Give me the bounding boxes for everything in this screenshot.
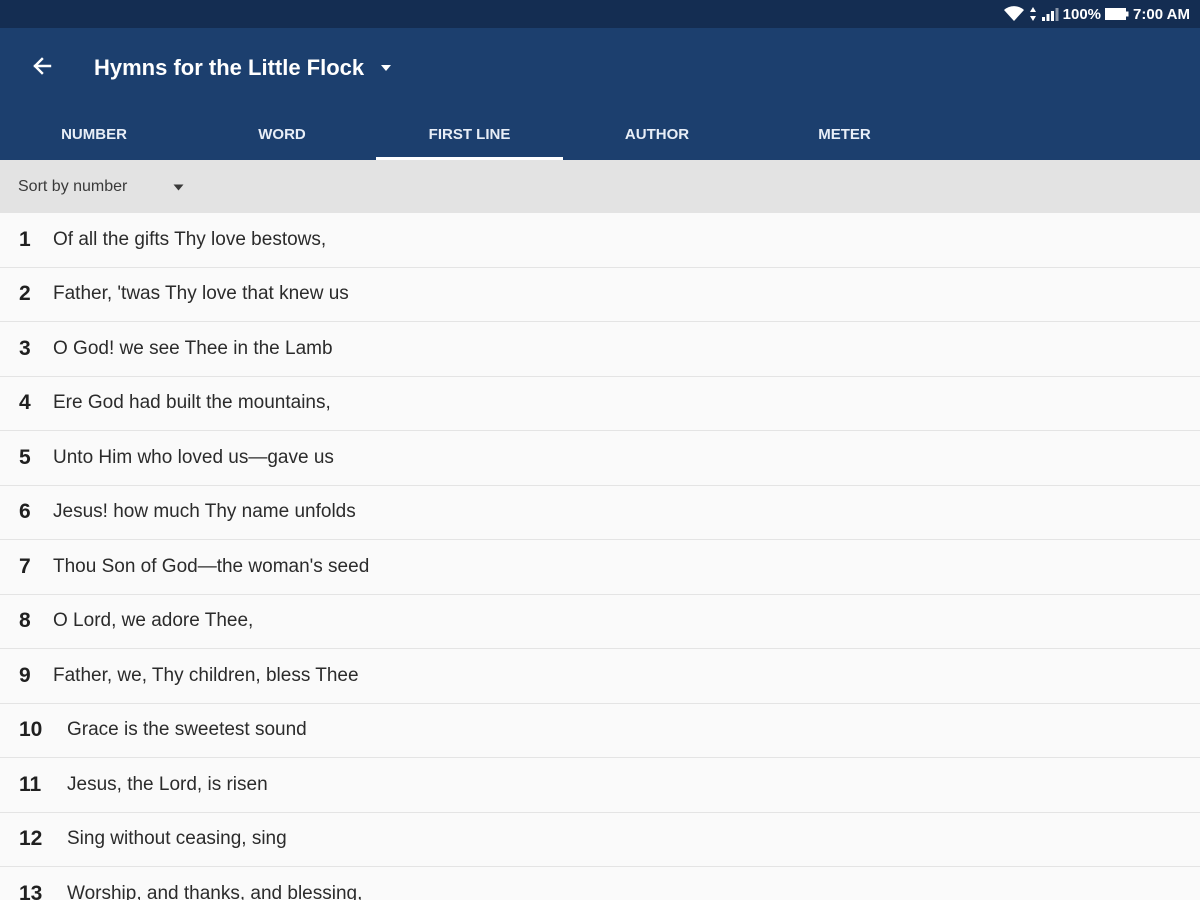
sort-label: Sort by number: [18, 178, 128, 195]
wifi-icon: [1003, 6, 1025, 22]
status-bar: 100% 7:00 AM: [0, 0, 1200, 28]
clock: 7:00 AM: [1133, 5, 1190, 23]
hymn-number: 13: [19, 881, 43, 900]
hymn-first-line: Of all the gifts Thy love bestows,: [53, 228, 327, 250]
list-item[interactable]: 2 Father, 'twas Thy love that knew us: [0, 267, 1200, 322]
list-item[interactable]: 5 Unto Him who loved us—gave us: [0, 431, 1200, 486]
hymn-first-line: Sing without ceasing, sing: [67, 828, 287, 850]
hymn-first-line: O Lord, we adore Thee,: [53, 610, 254, 632]
list-item[interactable]: 1 Of all the gifts Thy love bestows,: [0, 213, 1200, 268]
hymn-first-line: O God! we see Thee in the Lamb: [53, 337, 333, 359]
list-item[interactable]: 10 Grace is the sweetest sound: [0, 703, 1200, 758]
hymn-first-line: Ere God had built the mountains,: [53, 392, 331, 414]
tab-bar: NUMBER WORD FIRST LINE AUTHOR METER: [0, 108, 1200, 160]
back-button[interactable]: [22, 50, 62, 86]
hymn-number: 12: [19, 827, 43, 851]
hymn-number: 8: [19, 609, 31, 633]
signal-icon: [1041, 6, 1059, 22]
tab-first-line[interactable]: FIRST LINE: [376, 108, 563, 160]
hymn-number: 5: [19, 445, 31, 469]
list-item[interactable]: 7 Thou Son of God—the woman's seed: [0, 540, 1200, 595]
tab-meter[interactable]: METER: [751, 108, 938, 160]
hymn-number: 7: [19, 554, 31, 578]
hymn-number: 2: [19, 282, 31, 306]
sort-bar: Sort by number: [0, 160, 1200, 213]
hymn-first-line: Father, 'twas Thy love that knew us: [53, 283, 349, 305]
hymn-first-line: Worship, and thanks, and blessing,: [67, 882, 363, 900]
tab-number[interactable]: NUMBER: [0, 108, 188, 160]
caret-down-icon: [173, 178, 184, 196]
hymn-first-line: Father, we, Thy children, bless Thee: [53, 664, 359, 686]
list-item[interactable]: 3 O God! we see Thee in the Lamb: [0, 322, 1200, 377]
book-selector[interactable]: Hymns for the Little Flock: [94, 52, 392, 84]
arrow-left-icon: [32, 56, 52, 81]
list-item[interactable]: 12 Sing without ceasing, sing: [0, 812, 1200, 867]
hymn-number: 9: [19, 663, 31, 687]
list-item[interactable]: 9 Father, we, Thy children, bless Thee: [0, 649, 1200, 704]
list-item[interactable]: 13 Worship, and thanks, and blessing,: [0, 867, 1200, 900]
list-item[interactable]: 4 Ere God had built the mountains,: [0, 376, 1200, 431]
data-arrows-icon: [1029, 6, 1037, 22]
hymn-first-line: Jesus! how much Thy name unfolds: [53, 501, 356, 523]
hymn-number: 4: [19, 391, 31, 415]
hymn-first-line: Grace is the sweetest sound: [67, 719, 307, 741]
hymn-first-line: Thou Son of God—the woman's seed: [53, 555, 370, 577]
list-item[interactable]: 6 Jesus! how much Thy name unfolds: [0, 485, 1200, 540]
list-item[interactable]: 8 O Lord, we adore Thee,: [0, 594, 1200, 649]
hymn-number: 1: [19, 227, 31, 251]
battery-percent: 100%: [1062, 5, 1102, 23]
hymn-number: 11: [19, 772, 42, 796]
hymn-first-line: Unto Him who loved us—gave us: [53, 446, 334, 468]
hymn-first-line: Jesus, the Lord, is risen: [67, 773, 268, 795]
hymn-list: 1 Of all the gifts Thy love bestows, 2 F…: [0, 213, 1200, 900]
battery-icon: [1105, 7, 1129, 21]
hymn-number: 6: [19, 500, 31, 524]
page-title: Hymns for the Little Flock: [94, 55, 365, 80]
hymn-number: 10: [19, 718, 43, 742]
list-item[interactable]: 11 Jesus, the Lord, is risen: [0, 758, 1200, 813]
app-bar: Hymns for the Little Flock NUMBER WORD F…: [0, 28, 1200, 160]
sort-dropdown[interactable]: Sort by number: [18, 174, 184, 200]
tab-word[interactable]: WORD: [188, 108, 376, 160]
caret-down-icon: [380, 59, 392, 77]
tab-author[interactable]: AUTHOR: [563, 108, 751, 160]
hymn-number: 3: [19, 336, 31, 360]
